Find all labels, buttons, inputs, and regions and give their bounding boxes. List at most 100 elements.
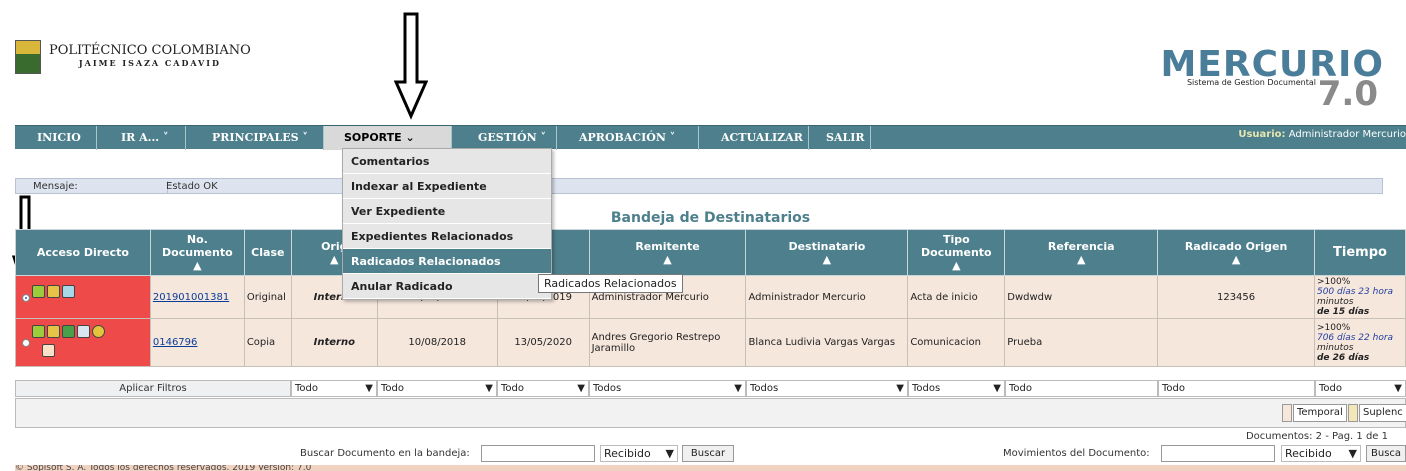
filter-destinatario[interactable]: Todos ▼	[746, 380, 908, 397]
movements-type-select[interactable]: Recibido ▼	[1281, 445, 1361, 462]
sort-up-icon: ▲	[330, 252, 339, 266]
nav-principales[interactable]: PRINCIPALES ˅	[186, 126, 324, 150]
smiley-icon[interactable]	[92, 325, 105, 338]
menu-indexar-expediente[interactable]: Indexar al Expediente	[343, 174, 551, 199]
down-arrow-icon	[394, 12, 428, 120]
nav-salir[interactable]: SALIR	[809, 126, 871, 150]
col-clase[interactable]: Clase	[243, 229, 292, 276]
cancel-doc-icon[interactable]	[42, 344, 55, 357]
university-name: POLITÉCNICO COLOMBIANO	[49, 43, 251, 58]
row-radio[interactable]	[22, 294, 30, 302]
filter-tipo[interactable]: Todos ▼	[908, 380, 1005, 397]
university-logo: POLITÉCNICO COLOMBIANO JAIME ISAZA CADAV…	[15, 40, 251, 74]
document-link[interactable]: 201901001381	[153, 292, 229, 303]
main-navbar: INICIO IR A... ˅ PRINCIPALES ˅ SOPORTE ⌄…	[15, 125, 1406, 150]
message-bar: Mensaje: Estado OK	[15, 178, 1383, 194]
filter-fecha1[interactable]: Todo ▼	[377, 380, 497, 397]
nav-actualizar[interactable]: ACTUALIZAR	[699, 126, 809, 150]
table-row[interactable]: 201901001381 Original Interno 04/03/2019…	[15, 275, 1406, 319]
user-info: Usuario: Administrador Mercurio	[1238, 129, 1406, 140]
cell-fecha2: 13/05/2020	[496, 318, 590, 367]
chevron-down-icon: ˅	[665, 131, 676, 144]
legend-suplente: Suplenc	[1359, 404, 1406, 422]
chevron-down-icon: ▼	[577, 383, 585, 394]
chevron-down-icon: ▼	[365, 383, 373, 394]
info-icon[interactable]	[32, 285, 45, 298]
menu-radicados-relacionados[interactable]: Radicados Relacionados	[343, 249, 551, 274]
cell-tiempo: >100% 500 días 23 hora minutos de 15 día…	[1313, 275, 1406, 319]
chevron-down-icon: ▼	[993, 383, 1001, 394]
col-destinatario[interactable]: Destinatario ▲	[745, 229, 909, 276]
brand-subtitle: Sistema de Gestion Documental	[1186, 78, 1316, 87]
copyright: © Sopisoft S. A. Todos los derechos rese…	[15, 465, 1406, 471]
access-cell	[15, 275, 151, 319]
nav-soporte[interactable]: SOPORTE ⌄	[324, 126, 452, 150]
info-icon[interactable]	[32, 325, 45, 338]
sort-up-icon: ▲	[663, 252, 672, 266]
chevron-down-icon: ▼	[665, 447, 674, 460]
search-button[interactable]: Buscar	[682, 445, 734, 462]
filter-fecha2[interactable]: Todo ▼	[497, 380, 589, 397]
message-label: Mensaje:	[33, 181, 168, 193]
movements-search-button[interactable]: Busca	[1366, 445, 1406, 462]
cell-radicado-origen	[1157, 318, 1315, 367]
chevron-down-icon: ▼	[1348, 447, 1357, 460]
filter-radicado-origen[interactable]: Todo	[1158, 380, 1315, 397]
col-no-documento[interactable]: No. Documento ▲	[149, 229, 245, 276]
nav-gestion[interactable]: GESTIÓN ˅	[452, 126, 557, 150]
crest-icon	[15, 40, 41, 74]
cell-referencia: Prueba	[1004, 318, 1159, 367]
col-tiempo[interactable]: Tiempo	[1313, 229, 1406, 276]
cell-referencia: Dwdwdw	[1004, 275, 1159, 319]
document-count: Documentos: 2 - Pag. 1 de 1	[1245, 431, 1388, 442]
chevron-down-icon: ▼	[1394, 383, 1402, 394]
chevron-down-icon: ˅	[159, 131, 169, 144]
apply-filters-button[interactable]: Aplicar Filtros	[15, 380, 291, 397]
sort-up-icon: ▲	[1076, 252, 1086, 266]
inbox-table: Acceso Directo No. Documento ▲ Clase Orig…	[15, 229, 1406, 367]
reassign-icon[interactable]	[47, 325, 60, 338]
document-link[interactable]: 0146796	[153, 337, 198, 348]
menu-expedientes-relacionados[interactable]: Expedientes Relacionados	[343, 224, 551, 249]
edit-icon[interactable]	[62, 325, 75, 338]
nav-inicio[interactable]: INICIO	[15, 126, 97, 150]
movements-input[interactable]	[1161, 445, 1275, 462]
filter-origen[interactable]: Todo ▼	[291, 380, 377, 397]
search-type-select[interactable]: Recibido ▼	[600, 445, 678, 462]
sort-up-icon: ▲	[1231, 252, 1241, 266]
legend-swatch-temporal	[1282, 404, 1292, 422]
history-icon[interactable]	[77, 325, 90, 338]
message-icon[interactable]	[62, 285, 75, 298]
mercurio-logo: MERCURIO Sistema de Gestion Documental 7…	[1134, 44, 1384, 114]
legend-temporal: Temporal	[1293, 404, 1347, 422]
table-header: Acceso Directo No. Documento ▲ Clase Orig…	[15, 229, 1406, 276]
cell-destinatario: Blanca Ludivia Vargas Vargas	[745, 318, 909, 367]
search-input[interactable]	[481, 445, 595, 462]
col-tipo-documento[interactable]: Tipo Documento ▲	[907, 229, 1006, 276]
filter-tiempo[interactable]: Todo ▼	[1315, 380, 1406, 397]
menu-comentarios[interactable]: Comentarios	[343, 149, 551, 174]
university-subtitle: JAIME ISAZA CADAVID	[78, 58, 221, 68]
col-radicado-origen[interactable]: Radicado Origen ▲	[1157, 229, 1315, 276]
filter-referencia[interactable]: Todo	[1005, 380, 1158, 397]
sort-up-icon: ▲	[952, 259, 961, 272]
menu-ver-expediente[interactable]: Ver Expediente	[343, 199, 551, 224]
menu-anular-radicado[interactable]: Anular Radicado	[343, 274, 551, 299]
chevron-down-icon: ⌄	[401, 131, 415, 144]
table-row[interactable]: 0146796 Copia Interno 10/08/2018 13/05/2…	[15, 318, 1406, 367]
chevron-down-icon: ▼	[485, 383, 493, 394]
reassign-icon[interactable]	[47, 285, 60, 298]
row-radio[interactable]	[22, 339, 30, 347]
nav-ir-a[interactable]: IR A... ˅	[97, 126, 186, 150]
brand-version: 7.0	[1317, 74, 1378, 114]
nav-aprobacion[interactable]: APROBACIÓN ˅	[557, 126, 699, 150]
access-cell	[15, 318, 151, 367]
filter-remitente[interactable]: Todos ▼	[589, 380, 746, 397]
filter-row: Aplicar Filtros Todo ▼ Todo ▼ Todo ▼ Todos ▼…	[15, 380, 1406, 397]
movements-label: Movimientos del Documento:	[1003, 448, 1150, 459]
col-remitente[interactable]: Remitente ▲	[588, 229, 747, 276]
col-referencia[interactable]: Referencia ▲	[1004, 229, 1159, 276]
col-acceso-directo[interactable]: Acceso Directo	[15, 229, 151, 276]
cell-tiempo: >100% 706 días 22 hora minutos de 26 día…	[1313, 318, 1406, 367]
sort-up-icon: ▲	[822, 252, 832, 266]
